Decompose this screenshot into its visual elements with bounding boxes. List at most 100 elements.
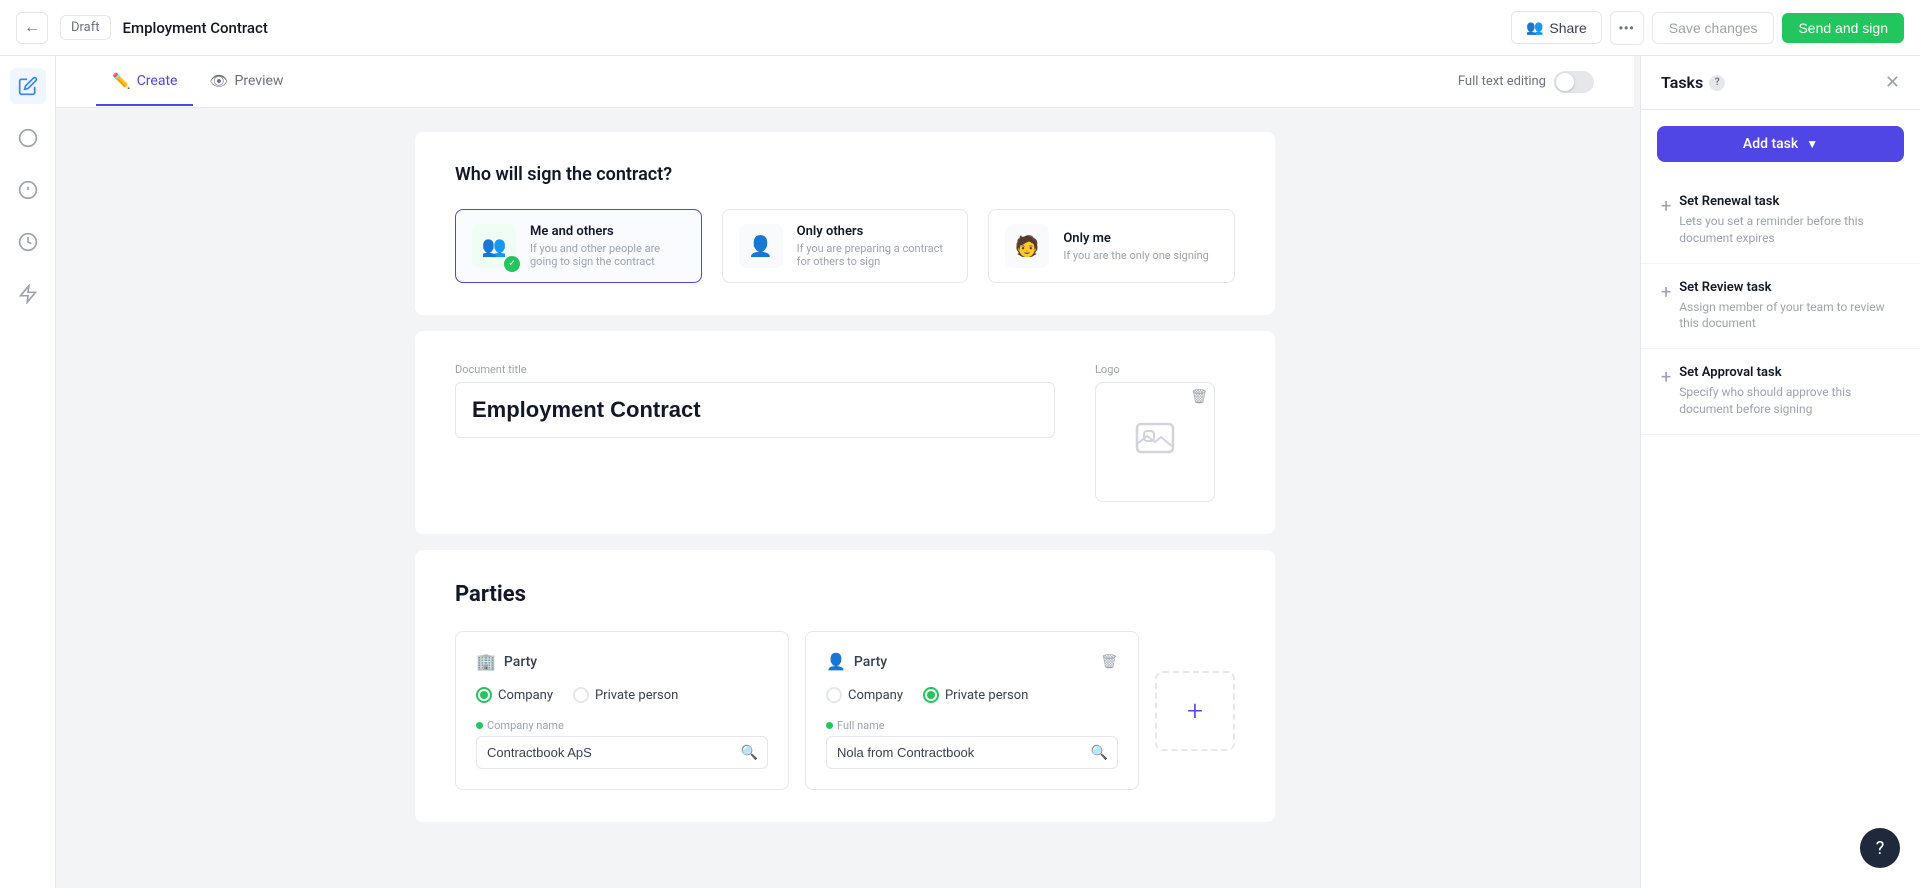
draft-badge: Draft	[60, 15, 111, 40]
share-icon: 👥	[1526, 19, 1543, 36]
task-review-content: Set Review task Assign member of your te…	[1679, 280, 1900, 333]
back-button[interactable]: ←	[16, 12, 48, 44]
tab-preview[interactable]: 👁 Preview	[193, 58, 299, 106]
party-card-2: 👤 Party 🗑 Company	[805, 631, 1139, 790]
center-content: ✏️ Create 👁 Preview Full text editing Wh…	[56, 56, 1634, 888]
party-header-left-1: 🏢 Party	[476, 652, 537, 671]
topbar: ← Draft Employment Contract 👥 Share ••• …	[0, 0, 1920, 56]
tasks-info-icon[interactable]: ?	[1709, 75, 1725, 91]
signing-option-only-me[interactable]: 🧑 Only me If you are the only one signin…	[988, 209, 1235, 283]
party1-private-radio[interactable]: Private person	[573, 687, 678, 703]
create-icon: ✏️	[112, 72, 131, 90]
add-task-button[interactable]: Add task ▼	[1657, 126, 1904, 162]
sidebar-icon-circle[interactable]	[10, 120, 46, 156]
party1-company-input[interactable]	[476, 736, 768, 769]
document-title-input[interactable]	[455, 382, 1055, 438]
only-me-icon: 🧑	[1005, 224, 1049, 268]
sidebar-icon-lightning[interactable]	[10, 276, 46, 312]
party2-search-icon: 🔍	[1091, 745, 1108, 761]
party1-company-radio-outer	[476, 687, 492, 703]
save-button[interactable]: Save changes	[1652, 12, 1775, 44]
full-text-editing-toggle: Full text editing	[1458, 71, 1594, 93]
more-button[interactable]: •••	[1610, 11, 1644, 45]
party1-private-radio-outer	[573, 687, 589, 703]
task-renewal-add-icon[interactable]: +	[1661, 196, 1671, 217]
full-text-toggle[interactable]	[1554, 71, 1594, 93]
share-button[interactable]: 👥 Share	[1511, 11, 1602, 44]
party2-private-radio[interactable]: Private person	[923, 687, 1028, 703]
parties-title: Parties	[455, 582, 1235, 607]
me-and-others-icon: 👥 ✓	[472, 224, 516, 268]
party-card-1: 🏢 Party Company	[455, 631, 789, 790]
party1-dot	[476, 722, 483, 729]
me-and-others-text: Me and others If you and other people ar…	[530, 224, 685, 268]
left-sidebar	[0, 56, 56, 888]
task-review-add-icon[interactable]: +	[1661, 282, 1671, 303]
party2-field-group: Full name 🔍	[826, 719, 1118, 769]
party1-company-radio-inner	[480, 691, 488, 699]
tabs: ✏️ Create 👁 Preview	[96, 58, 299, 106]
parties-grid: 🏢 Party Company	[455, 631, 1235, 790]
task-item-approval-header: + Set Approval task Specify who should a…	[1661, 365, 1900, 418]
toggle-knob	[1556, 73, 1574, 91]
sidebar-icon-info[interactable]	[10, 172, 46, 208]
task-item-approval: + Set Approval task Specify who should a…	[1641, 349, 1920, 435]
party2-delete-icon[interactable]: 🗑	[1100, 654, 1118, 670]
add-task-chevron: ▼	[1806, 137, 1818, 151]
help-button[interactable]: ?	[1860, 828, 1900, 868]
task-item-review-header: + Set Review task Assign member of your …	[1661, 280, 1900, 333]
logo-label: Logo	[1095, 363, 1235, 376]
sidebar-icon-clock[interactable]	[10, 224, 46, 260]
party2-private-radio-outer	[923, 687, 939, 703]
tabs-bar: ✏️ Create 👁 Preview Full text editing	[56, 56, 1634, 108]
send-button[interactable]: Send and sign	[1782, 13, 1904, 43]
main-layout: ✏️ Create 👁 Preview Full text editing Wh…	[0, 56, 1920, 888]
logo-box: 🗑	[1095, 382, 1215, 502]
signing-option-only-others[interactable]: 👤 Only others If you are preparing a con…	[722, 209, 969, 283]
party1-field-group: Company name 🔍	[476, 719, 768, 769]
logo-placeholder-icon	[1131, 414, 1179, 470]
tasks-panel-inner: Tasks ? ✕ Add task ▼ + Set Renewal task …	[1641, 56, 1920, 888]
document-form-left: Document title	[455, 363, 1055, 438]
party-icon-2: 👤	[826, 652, 846, 671]
task-approval-add-icon[interactable]: +	[1661, 367, 1671, 388]
signing-section-title: Who will sign the contract?	[455, 164, 1235, 185]
only-others-text: Only others If you are preparing a contr…	[797, 224, 952, 268]
party2-company-radio-outer	[826, 687, 842, 703]
add-party-button[interactable]: +	[1155, 671, 1235, 751]
party1-search-icon: 🔍	[741, 745, 758, 761]
signing-card: Who will sign the contract? 👥 ✓ Me and o…	[415, 132, 1275, 315]
signing-option-me-and-others[interactable]: 👥 ✓ Me and others If you and other peopl…	[455, 209, 702, 283]
task-renewal-content: Set Renewal task Lets you set a reminder…	[1679, 194, 1900, 247]
party2-dot	[826, 722, 833, 729]
task-item-review: + Set Review task Assign member of your …	[1641, 264, 1920, 350]
party1-field-indicator: Company name	[476, 719, 768, 732]
logo-area: Logo 🗑	[1095, 363, 1235, 502]
tasks-panel-header: Tasks ? ✕	[1641, 56, 1920, 110]
document-title: Employment Contract	[123, 19, 1499, 37]
parties-card: Parties 🏢 Party	[415, 550, 1275, 822]
tab-create[interactable]: ✏️ Create	[96, 58, 193, 106]
party1-company-radio[interactable]: Company	[476, 687, 553, 703]
task-item-renewal-header: + Set Renewal task Lets you set a remind…	[1661, 194, 1900, 247]
selected-check: ✓	[504, 256, 520, 272]
sidebar-icon-edit[interactable]	[10, 68, 46, 104]
party-header-left-2: 👤 Party	[826, 652, 887, 671]
party2-field-indicator: Full name	[826, 719, 1118, 732]
topbar-actions: 👥 Share ••• Save changes Send and sign	[1511, 11, 1904, 45]
party1-input-wrap: 🔍	[476, 736, 768, 769]
only-me-text: Only me If you are the only one signing	[1063, 231, 1209, 262]
tasks-panel: Tasks ? ✕ Add task ▼ + Set Renewal task …	[1640, 56, 1920, 888]
more-icon: •••	[1619, 21, 1635, 35]
party1-radio-group: Company Private person	[476, 687, 768, 703]
document-area: Who will sign the contract? 👥 ✓ Me and o…	[395, 132, 1295, 822]
party2-fullname-input[interactable]	[826, 736, 1118, 769]
tasks-close-icon[interactable]: ✕	[1885, 72, 1900, 93]
party2-input-wrap: 🔍	[826, 736, 1118, 769]
logo-delete-icon[interactable]: 🗑	[1190, 389, 1208, 405]
party2-company-radio[interactable]: Company	[826, 687, 903, 703]
tasks-panel-title: Tasks ?	[1661, 73, 1725, 92]
party2-private-radio-inner	[927, 691, 935, 699]
signing-options: 👥 ✓ Me and others If you and other peopl…	[455, 209, 1235, 283]
task-approval-content: Set Approval task Specify who should app…	[1679, 365, 1900, 418]
